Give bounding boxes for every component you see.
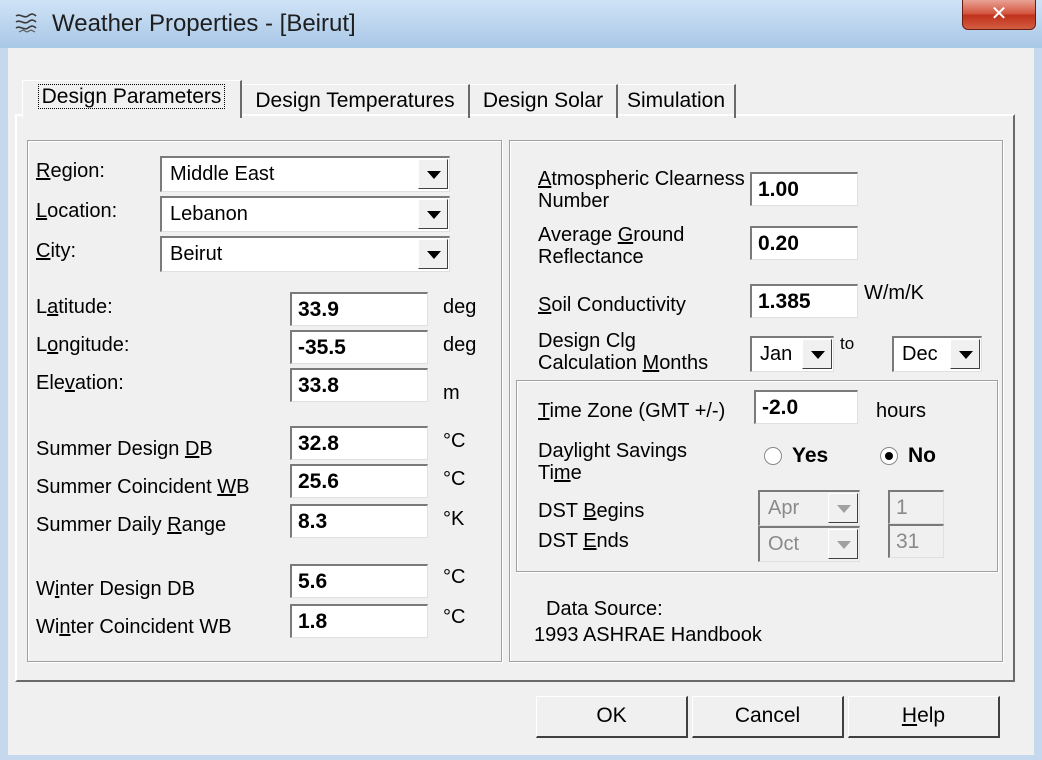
cancel-button[interactable]: Cancel	[692, 696, 844, 738]
clg-month-to-select[interactable]: Dec	[892, 336, 982, 372]
radio-selected-dot	[885, 452, 893, 460]
close-icon: ✕	[990, 1, 1008, 25]
daylight-savings-label: Daylight Savings Time	[538, 440, 687, 484]
chevron-down-icon	[427, 251, 441, 259]
summer-design-db-label: Summer Design DB	[36, 438, 213, 460]
longitude-label: Longitude:	[36, 334, 130, 356]
dst-no-radio[interactable]	[880, 447, 898, 465]
chevron-down-icon	[837, 505, 851, 513]
dst-begins-month-select[interactable]: Apr	[758, 490, 860, 526]
city-value: Beirut	[170, 243, 223, 265]
latitude-unit: deg	[443, 296, 477, 318]
ground-reflectance-label: Average Ground Reflectance	[538, 224, 685, 268]
tab-design-temperatures[interactable]: Design Temperatures	[242, 84, 470, 118]
summer-design-db-field[interactable]: 32.8	[290, 426, 428, 460]
location-value: Lebanon	[170, 203, 248, 225]
tab-simulation[interactable]: Simulation	[618, 84, 736, 118]
location-select[interactable]: Lebanon	[160, 196, 450, 232]
region-dropdown-button[interactable]	[418, 159, 448, 189]
clg-month-from-value: Jan	[760, 343, 793, 365]
window-frame-bottom	[0, 755, 1042, 760]
clg-month-from-select[interactable]: Jan	[750, 336, 834, 372]
winter-coincident-wb-field[interactable]: 1.8	[290, 604, 428, 638]
clg-month-to-value: Dec	[902, 343, 938, 365]
dst-ends-month-value: Oct	[768, 533, 800, 555]
tab-design-parameters-label: Design Parameters	[37, 84, 226, 109]
location-label: Location:	[36, 200, 118, 222]
soil-conductivity-unit: W/m/K	[864, 282, 924, 304]
city-dropdown-button[interactable]	[418, 239, 448, 269]
time-zone-unit: hours	[876, 400, 927, 422]
dst-ends-label: DST Ends	[538, 530, 629, 552]
summer-daily-range-unit: °K	[443, 508, 465, 530]
data-source-value: 1993 ASHRAE Handbook	[534, 624, 762, 646]
elevation-unit: m	[443, 382, 460, 404]
dst-begins-month-dropdown-button[interactable]	[828, 493, 858, 523]
dst-begins-month-value: Apr	[768, 497, 800, 519]
tab-design-solar[interactable]: Design Solar	[470, 84, 618, 118]
window-frame-right	[1034, 48, 1042, 760]
weather-app-icon	[15, 13, 37, 33]
city-select[interactable]: Beirut	[160, 236, 450, 272]
window-frame-left	[0, 48, 8, 760]
summer-coincident-wb-label: Summer Coincident WB	[36, 476, 250, 498]
chevron-down-icon	[811, 351, 825, 359]
latitude-label: Latitude:	[36, 296, 113, 318]
winter-coincident-wb-unit: °C	[443, 606, 466, 628]
dst-ends-month-select[interactable]: Oct	[758, 526, 860, 562]
summer-daily-range-field[interactable]: 8.3	[290, 504, 428, 538]
dst-begins-day-field[interactable]: 1	[888, 490, 944, 524]
design-clg-months-label: Design Clg Calculation Months	[538, 330, 709, 374]
region-label: Region:	[36, 160, 105, 182]
winter-coincident-wb-label: Winter Coincident WB	[36, 616, 232, 638]
dst-yes-label[interactable]: Yes	[792, 444, 828, 468]
dst-begins-label: DST Begins	[538, 500, 645, 522]
region-select[interactable]: Middle East	[160, 156, 450, 192]
soil-conductivity-field[interactable]: 1.385	[750, 284, 858, 318]
title-bar[interactable]: Weather Properties - [Beirut] ✕	[0, 0, 1042, 49]
elevation-field[interactable]: 33.8	[290, 368, 428, 402]
to-label: to	[840, 334, 855, 353]
chevron-down-icon	[959, 351, 973, 359]
location-dropdown-button[interactable]	[418, 199, 448, 229]
region-value: Middle East	[170, 163, 275, 185]
elevation-label: Elevation:	[36, 372, 124, 394]
dst-no-label[interactable]: No	[908, 444, 936, 468]
summer-coincident-wb-field[interactable]: 25.6	[290, 464, 428, 498]
chevron-down-icon	[837, 541, 851, 549]
latitude-field[interactable]: 33.9	[290, 292, 428, 326]
dst-yes-radio[interactable]	[764, 447, 782, 465]
summer-design-db-unit: °C	[443, 430, 466, 452]
longitude-field[interactable]: -35.5	[290, 330, 428, 364]
window-title: Weather Properties - [Beirut]	[52, 10, 356, 37]
ok-button[interactable]: OK	[536, 696, 688, 738]
help-button[interactable]: Help	[848, 696, 1000, 738]
data-source-label: Data Source:	[546, 598, 663, 620]
clg-month-from-dropdown-button[interactable]	[802, 339, 832, 369]
winter-design-db-field[interactable]: 5.6	[290, 564, 428, 598]
time-zone-label: Time Zone (GMT +/-)	[538, 400, 726, 422]
tab-design-parameters[interactable]: Design Parameters	[22, 80, 242, 118]
summer-daily-range-label: Summer Daily Range	[36, 514, 227, 536]
atmospheric-clearness-label: Atmospheric Clearness Number	[538, 168, 745, 212]
summer-coincident-wb-unit: °C	[443, 468, 466, 490]
city-label: City:	[36, 240, 77, 262]
chevron-down-icon	[427, 211, 441, 219]
winter-design-db-unit: °C	[443, 566, 466, 588]
dst-ends-month-dropdown-button[interactable]	[828, 529, 858, 559]
ground-reflectance-field[interactable]: 0.20	[750, 226, 858, 260]
winter-design-db-label: Winter Design DB	[36, 578, 195, 600]
dst-ends-day-field[interactable]: 31	[888, 524, 944, 558]
longitude-unit: deg	[443, 334, 477, 356]
atmospheric-clearness-field[interactable]: 1.00	[750, 172, 858, 206]
soil-conductivity-label: Soil Conductivity	[538, 294, 686, 316]
time-zone-field[interactable]: -2.0	[754, 390, 858, 424]
chevron-down-icon	[427, 171, 441, 179]
clg-month-to-dropdown-button[interactable]	[950, 339, 980, 369]
close-button[interactable]: ✕	[962, 0, 1036, 30]
